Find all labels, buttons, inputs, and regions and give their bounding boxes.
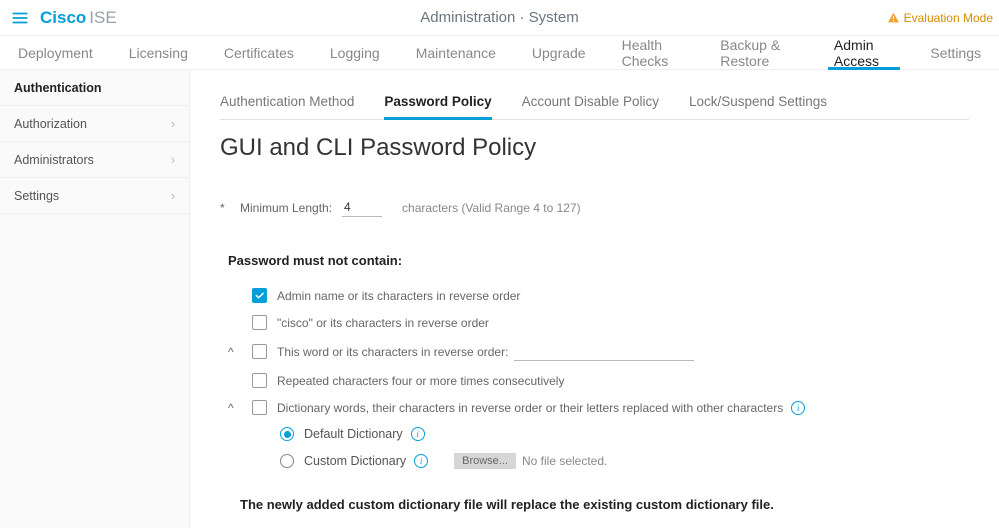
chevron-right-icon: › bbox=[171, 117, 175, 131]
content: Authentication Method Password Policy Ac… bbox=[190, 70, 999, 528]
dictionary-replace-note: The newly added custom dictionary file w… bbox=[240, 497, 969, 512]
row-repeated: Repeated characters four or more times c… bbox=[228, 367, 969, 394]
tab-certificates[interactable]: Certificates bbox=[206, 36, 312, 69]
checkbox-cisco-label: "cisco" or its characters in reverse ord… bbox=[277, 316, 489, 330]
subtab-password-policy[interactable]: Password Policy bbox=[384, 88, 491, 119]
row-custom-dictionary: Custom Dictionary i Browse... No file se… bbox=[280, 447, 969, 475]
chevron-right-icon: › bbox=[171, 153, 175, 167]
row-this-word: ^ This word or its characters in reverse… bbox=[228, 336, 969, 367]
section-must-not-contain: Password must not contain: bbox=[228, 253, 969, 268]
checkbox-cisco[interactable] bbox=[252, 315, 267, 330]
tab-logging[interactable]: Logging bbox=[312, 36, 398, 69]
checkbox-this-word-label: This word or its characters in reverse o… bbox=[277, 345, 508, 359]
radio-custom-dictionary-label: Custom Dictionary bbox=[304, 454, 406, 468]
brand-cisco: Cisco bbox=[40, 8, 86, 27]
caret-marker: ^ bbox=[228, 345, 252, 359]
sidebar: Authentication Authorization › Administr… bbox=[0, 70, 190, 528]
tab-deployment[interactable]: Deployment bbox=[0, 36, 111, 69]
evaluation-mode-badge[interactable]: Evaluation Mode bbox=[887, 11, 993, 25]
browse-button[interactable]: Browse... bbox=[454, 453, 516, 469]
chevron-right-icon: › bbox=[171, 189, 175, 203]
row-default-dictionary: Default Dictionary i bbox=[280, 421, 969, 447]
brand: CiscoISE bbox=[40, 8, 117, 28]
tab-licensing[interactable]: Licensing bbox=[111, 36, 206, 69]
main-tabs: Deployment Licensing Certificates Loggin… bbox=[0, 36, 999, 70]
warning-icon bbox=[887, 11, 900, 24]
tab-health-checks[interactable]: Health Checks bbox=[604, 36, 703, 69]
checkbox-dictionary[interactable] bbox=[252, 400, 267, 415]
sub-tabs: Authentication Method Password Policy Ac… bbox=[220, 88, 969, 120]
minimum-length-label: Minimum Length: bbox=[240, 201, 332, 215]
sidebar-item-label: Settings bbox=[14, 189, 59, 203]
row-minimum-length: * Minimum Length: characters (Valid Rang… bbox=[220, 198, 969, 217]
page-title: GUI and CLI Password Policy bbox=[220, 134, 969, 162]
tab-admin-access[interactable]: Admin Access bbox=[816, 36, 913, 69]
subtab-authentication-method[interactable]: Authentication Method bbox=[220, 88, 354, 119]
required-marker: * bbox=[220, 201, 240, 215]
row-dictionary: ^ Dictionary words, their characters in … bbox=[228, 394, 969, 421]
brand-ise: ISE bbox=[89, 8, 116, 27]
sidebar-item-authorization[interactable]: Authorization › bbox=[0, 106, 189, 142]
checkbox-admin-name-label: Admin name or its characters in reverse … bbox=[277, 289, 520, 303]
sidebar-item-settings[interactable]: Settings › bbox=[0, 178, 189, 214]
info-icon[interactable]: i bbox=[791, 401, 805, 415]
row-admin-name: Admin name or its characters in reverse … bbox=[228, 282, 969, 309]
this-word-input[interactable] bbox=[514, 342, 694, 361]
menu-icon[interactable] bbox=[0, 9, 40, 27]
checkbox-repeated-label: Repeated characters four or more times c… bbox=[277, 374, 564, 388]
caret-marker: ^ bbox=[228, 401, 252, 415]
radio-custom-dictionary[interactable] bbox=[280, 454, 294, 468]
info-icon[interactable]: i bbox=[414, 454, 428, 468]
tab-upgrade[interactable]: Upgrade bbox=[514, 36, 604, 69]
info-icon[interactable]: i bbox=[411, 427, 425, 441]
breadcrumb: Administration · System bbox=[420, 9, 578, 26]
checkbox-repeated[interactable] bbox=[252, 373, 267, 388]
tab-maintenance[interactable]: Maintenance bbox=[398, 36, 514, 69]
radio-default-dictionary[interactable] bbox=[280, 427, 294, 441]
checkbox-this-word[interactable] bbox=[252, 344, 267, 359]
checkbox-admin-name[interactable] bbox=[252, 288, 267, 303]
sidebar-item-label: Administrators bbox=[14, 153, 94, 167]
tab-settings[interactable]: Settings bbox=[912, 36, 999, 69]
subtab-account-disable-policy[interactable]: Account Disable Policy bbox=[522, 88, 659, 119]
minimum-length-hint: characters (Valid Range 4 to 127) bbox=[402, 201, 581, 215]
sidebar-item-authentication[interactable]: Authentication bbox=[0, 70, 189, 106]
radio-default-dictionary-label: Default Dictionary bbox=[304, 427, 403, 441]
evaluation-mode-label: Evaluation Mode bbox=[904, 11, 993, 25]
file-status: No file selected. bbox=[522, 454, 607, 468]
row-cisco: "cisco" or its characters in reverse ord… bbox=[228, 309, 969, 336]
sidebar-item-label: Authorization bbox=[14, 117, 87, 131]
tab-backup-restore[interactable]: Backup & Restore bbox=[702, 36, 816, 69]
minimum-length-input[interactable] bbox=[342, 198, 382, 217]
sidebar-item-label: Authentication bbox=[14, 81, 102, 95]
sidebar-item-administrators[interactable]: Administrators › bbox=[0, 142, 189, 178]
subtab-lock-suspend-settings[interactable]: Lock/Suspend Settings bbox=[689, 88, 827, 119]
checkbox-dictionary-label: Dictionary words, their characters in re… bbox=[277, 401, 783, 415]
